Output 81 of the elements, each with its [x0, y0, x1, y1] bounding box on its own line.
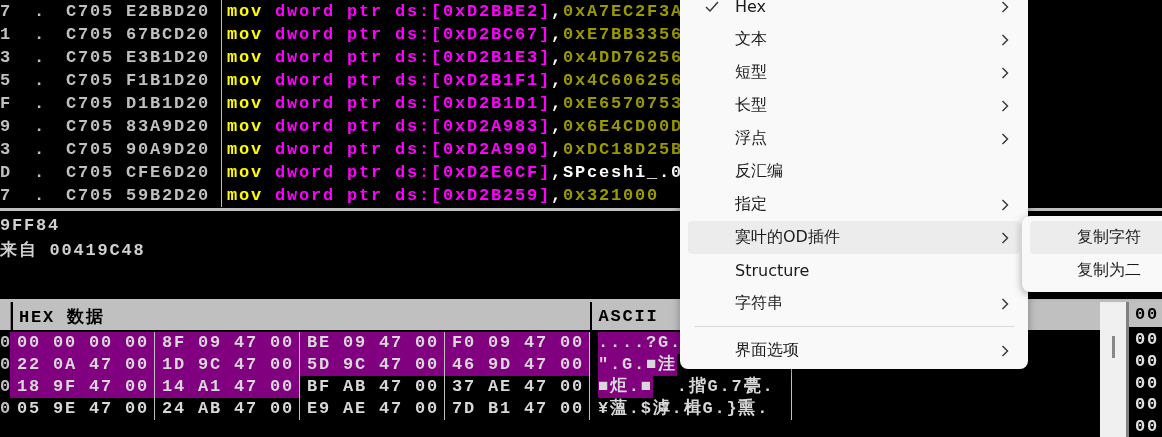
ascii-text: .揩G.7甍.	[675, 376, 775, 398]
menu-item[interactable]: 短型	[688, 56, 1020, 89]
menu-item[interactable]: 复制为二	[1030, 254, 1162, 287]
instruction-text: mov dword ptr ds:[0xD2B1D1],0xE6570753	[226, 94, 684, 113]
address-text: 1	[0, 25, 12, 44]
opcode-bytes: C705 E3B1D20	[66, 48, 211, 67]
menu-item[interactable]: 反汇编	[688, 155, 1020, 188]
hex-bytes: 7D B1 47 00	[445, 398, 590, 420]
hex-bytes: BF AB 47 00	[300, 376, 445, 398]
ascii-text: ....?G.	[598, 332, 682, 354]
hex-bytes: 1D 9C 47 00	[155, 354, 300, 376]
address-text: 5	[0, 71, 12, 90]
menu-item[interactable]: 字符串	[688, 287, 1020, 320]
stack-address: 00	[1135, 330, 1159, 350]
marker-text: .	[33, 94, 47, 113]
menu-item[interactable]: 寞叶的OD插件	[688, 221, 1020, 254]
instruction-text: mov dword ptr ds:[0xD2E6CF],SPceshi_.0	[226, 163, 684, 182]
marker-text: .	[33, 2, 47, 21]
info-text: 来自 00419C48	[0, 239, 146, 261]
hex-bytes: 37 AE 47 00	[445, 376, 590, 398]
ascii-text: ■炬.■	[598, 376, 653, 398]
opcode-bytes: C705 E2BBD20	[66, 2, 211, 21]
opcode-bytes: C705 59B2D20	[66, 186, 211, 205]
marker-text: .	[33, 117, 47, 136]
hex-bytes: 8F 09 47 00	[155, 332, 300, 354]
instruction-text: mov dword ptr ds:[0xD2B1E3],0x4DD76256	[226, 48, 684, 67]
menu-item[interactable]: 长型	[688, 89, 1020, 122]
marker-text: .	[33, 140, 47, 159]
instruction-text: mov dword ptr ds:[0xD2B259],0x321000	[226, 186, 660, 205]
marker-text: .	[33, 71, 47, 90]
stack-address: 00	[1135, 373, 1159, 393]
stack-address: 00	[1135, 352, 1159, 371]
ascii-text: ¥薀.$滹.楫G.}熏.	[598, 398, 770, 420]
scrollbar[interactable]	[1100, 302, 1126, 437]
address-text: 3	[0, 140, 12, 159]
hex-bytes: E9 AE 47 00	[300, 398, 445, 420]
menu-item[interactable]: 文本	[688, 23, 1020, 56]
marker-text: .	[33, 163, 47, 182]
hex-bytes: 46 9D 47 00	[445, 354, 590, 376]
hex-bytes: BE 09 47 00	[300, 332, 445, 354]
instruction-text: mov dword ptr ds:[0xD2A990],0xDC18D25B	[226, 140, 684, 159]
instruction-text: mov dword ptr ds:[0xD2A983],0x6E4CD00D	[226, 117, 684, 136]
menu-item[interactable]: 界面选项	[688, 334, 1020, 367]
marker-text: .	[33, 48, 47, 67]
marker-text: .	[33, 25, 47, 44]
hex-bytes: 05 9E 47 00	[10, 398, 155, 420]
instruction-text: mov dword ptr ds:[0xD2BBE2],0xA7EC2F3A	[226, 2, 684, 21]
menu-item[interactable]: 指定	[688, 188, 1020, 221]
address-text: F	[0, 94, 12, 113]
opcode-bytes: C705 83A9D20	[66, 117, 211, 136]
ascii-text: ".G.■洼	[598, 354, 677, 376]
opcode-bytes: C705 F1B1D20	[66, 71, 211, 90]
instruction-text: mov dword ptr ds:[0xD2B1F1],0x4C606256	[226, 71, 684, 90]
opcode-bytes: C705 67BCD20	[66, 25, 211, 44]
instruction-text: mov dword ptr ds:[0xD2BC67],0xE7BB3356	[226, 25, 684, 44]
menu-item[interactable]: 浮点	[688, 122, 1020, 155]
column-header: 00	[1135, 305, 1159, 325]
column-header[interactable]: HEX 数据	[11, 302, 591, 330]
opcode-bytes: C705 CFE6D20	[66, 163, 211, 182]
hex-bytes: 18 9F 47 00	[10, 376, 155, 398]
hex-bytes: 22 0A 47 00	[10, 354, 155, 376]
info-text: 9FF84	[0, 215, 60, 235]
menu-item[interactable]: Structure	[688, 254, 1020, 287]
address-text: D	[0, 163, 12, 182]
menu-item[interactable]: Hex	[688, 0, 1020, 23]
hex-bytes: 00 00 00 00	[10, 332, 155, 354]
hex-bytes: 14 A1 47 00	[155, 376, 300, 398]
hex-bytes: 5D 9C 47 00	[300, 354, 445, 376]
hex-bytes: 24 AB 47 00	[155, 398, 300, 420]
hex-bytes: F0 09 47 00	[445, 332, 590, 354]
opcode-bytes: C705 90A9D20	[66, 140, 211, 159]
address-text: 7	[0, 186, 12, 205]
address-text: 9	[0, 117, 12, 136]
marker-text: .	[33, 186, 47, 205]
scroll-thumb[interactable]	[1111, 336, 1115, 358]
menu-item[interactable]: 复制字符	[1030, 221, 1162, 254]
stack-address: 00	[1135, 395, 1159, 415]
stack-address: 00	[1135, 416, 1159, 436]
address-text: 3	[0, 48, 12, 67]
opcode-bytes: C705 D1B1D20	[66, 94, 211, 113]
address-text: 7	[0, 2, 12, 21]
